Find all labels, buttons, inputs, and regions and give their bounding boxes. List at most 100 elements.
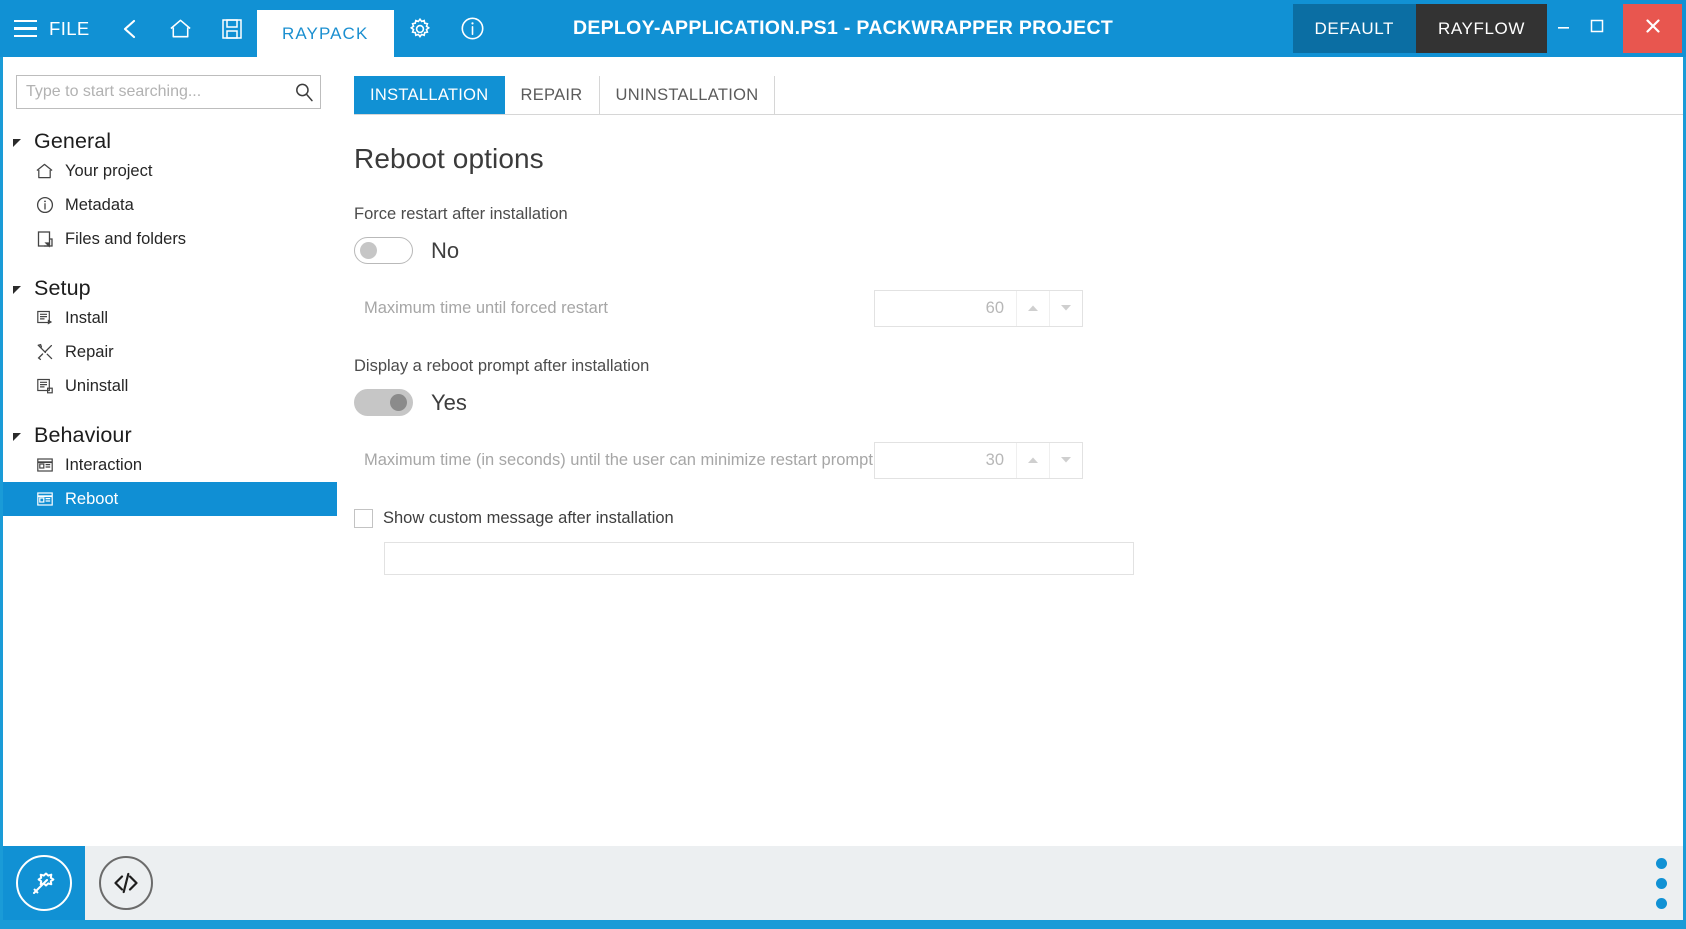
- reboot-options-panel: Reboot options Force restart after insta…: [338, 115, 1683, 575]
- window-bottom-border: [0, 920, 1686, 929]
- more-options-button[interactable]: [1656, 846, 1683, 920]
- more-vertical-icon-dot: [1656, 858, 1667, 869]
- chevron-left-icon: [120, 17, 140, 41]
- reboot-prompt-toggle[interactable]: [354, 389, 413, 416]
- wizard-button[interactable]: [3, 846, 85, 920]
- sidebar-item-reboot[interactable]: Reboot: [3, 482, 337, 516]
- max-time-minimize-stepper[interactable]: 30: [874, 442, 1083, 479]
- nav-group-title: Behaviour: [27, 423, 132, 448]
- max-time-forced-restart-stepper[interactable]: 60: [874, 290, 1083, 327]
- info-icon: [460, 16, 485, 41]
- max-time-minimize-row: Maximum time (in seconds) until the user…: [354, 442, 1354, 479]
- file-menu-button[interactable]: FILE: [45, 0, 106, 57]
- max-time-minimize-label: Maximum time (in seconds) until the user…: [354, 449, 874, 472]
- max-time-forced-restart-value[interactable]: 60: [875, 291, 1016, 326]
- info-button[interactable]: [446, 0, 499, 57]
- minimize-button[interactable]: [1547, 0, 1580, 57]
- sidebar-item-your-project[interactable]: Your project: [3, 154, 337, 188]
- save-button[interactable]: [207, 0, 257, 57]
- chevron-down-icon: [1059, 300, 1073, 318]
- force-restart-toggle[interactable]: [354, 237, 413, 264]
- max-time-forced-restart-row: Maximum time until forced restart 60: [354, 290, 1354, 327]
- sidebar-item-files-and-folders[interactable]: Files and folders: [3, 222, 337, 256]
- chevron-up-icon: [1026, 300, 1040, 318]
- caret-down-icon: [9, 430, 27, 442]
- uninstall-icon: [32, 377, 57, 395]
- sidebar-item-install[interactable]: Install: [3, 301, 337, 335]
- info-icon: [32, 196, 57, 214]
- sidebar-item-metadata[interactable]: Metadata: [3, 188, 337, 222]
- home-icon: [32, 162, 57, 180]
- back-button[interactable]: [106, 0, 154, 57]
- nav-group-title: Setup: [27, 276, 91, 301]
- chevron-up-icon: [1026, 452, 1040, 470]
- more-vertical-icon-dot: [1656, 898, 1667, 909]
- tab-repair[interactable]: REPAIR: [505, 76, 600, 114]
- force-restart-toggle-value: No: [431, 238, 459, 264]
- install-icon: [32, 309, 57, 327]
- sidebar-item-repair[interactable]: Repair: [3, 335, 337, 369]
- custom-message-row: Show custom message after installation: [354, 509, 1683, 528]
- max-time-forced-restart-label: Maximum time until forced restart: [354, 297, 874, 320]
- title-bar-left-toolbar: FILE RAYPACK: [0, 0, 499, 57]
- gear-icon: [408, 17, 432, 41]
- force-restart-row: No: [354, 237, 1683, 264]
- menu-button[interactable]: [0, 0, 45, 57]
- home-button[interactable]: [154, 0, 207, 57]
- toggle-knob: [390, 394, 407, 411]
- max-time-minimize-value[interactable]: 30: [875, 443, 1016, 478]
- profile-default-button[interactable]: DEFAULT: [1293, 4, 1416, 53]
- close-icon: [1643, 16, 1663, 41]
- sidebar-item-label: Metadata: [57, 196, 134, 215]
- chevron-down-icon: [1059, 452, 1073, 470]
- content-area: INSTALLATION REPAIR UNINSTALLATION Reboo…: [337, 57, 1683, 846]
- sidebar-item-label: Files and folders: [57, 230, 186, 249]
- sidebar-item-uninstall[interactable]: Uninstall: [3, 369, 337, 403]
- close-button[interactable]: [1623, 4, 1682, 53]
- tab-installation[interactable]: INSTALLATION: [354, 76, 505, 114]
- settings-button[interactable]: [394, 0, 446, 57]
- stepper-down-button[interactable]: [1049, 291, 1082, 326]
- nav-group-behaviour-header[interactable]: Behaviour: [3, 423, 337, 448]
- sidebar-item-label: Your project: [57, 162, 152, 181]
- search-box[interactable]: [16, 75, 321, 109]
- minimize-icon: [1556, 20, 1572, 38]
- code-view-button[interactable]: [85, 846, 153, 920]
- tab-uninstallation[interactable]: UNINSTALLATION: [600, 76, 776, 114]
- reboot-prompt-toggle-value: Yes: [431, 390, 467, 416]
- files-folders-icon: [32, 230, 57, 248]
- force-restart-label: Force restart after installation: [354, 205, 1683, 224]
- toggle-knob: [360, 242, 377, 259]
- nav-group-general-header[interactable]: General: [3, 129, 337, 154]
- save-disk-icon: [221, 18, 243, 40]
- show-custom-message-checkbox[interactable]: [354, 509, 373, 528]
- caret-down-icon: [9, 283, 27, 295]
- application-window: FILE RAYPACK: [0, 0, 1686, 929]
- status-bar: [3, 846, 1683, 920]
- tab-raypack[interactable]: RAYPACK: [257, 10, 394, 57]
- nav-group-behaviour: Behaviour Interaction Reboot: [3, 423, 337, 516]
- sidebar-item-label: Repair: [57, 343, 114, 362]
- show-custom-message-label: Show custom message after installation: [383, 509, 674, 528]
- reboot-prompt-label: Display a reboot prompt after installati…: [354, 357, 1683, 376]
- code-brackets-icon: [99, 856, 153, 910]
- custom-message-input[interactable]: [384, 542, 1134, 575]
- stepper-up-button[interactable]: [1016, 443, 1049, 478]
- sidebar-item-label: Interaction: [57, 456, 142, 475]
- main-body: General Your project Metadata: [3, 57, 1683, 846]
- nav-group-setup-header[interactable]: Setup: [3, 276, 337, 301]
- stepper-down-button[interactable]: [1049, 443, 1082, 478]
- home-icon: [168, 17, 193, 41]
- page-title: Reboot options: [354, 143, 1683, 175]
- sidebar-item-label: Reboot: [57, 490, 118, 509]
- caret-down-icon: [9, 136, 27, 148]
- search-input[interactable]: [17, 83, 288, 101]
- search-icon[interactable]: [288, 82, 320, 102]
- nav-group-general: General Your project Metadata: [3, 129, 337, 256]
- maximize-icon: [1589, 18, 1605, 39]
- sidebar-item-label: Uninstall: [57, 377, 128, 396]
- profile-rayflow-button[interactable]: RAYFLOW: [1416, 4, 1547, 53]
- sidebar-item-interaction[interactable]: Interaction: [3, 448, 337, 482]
- stepper-up-button[interactable]: [1016, 291, 1049, 326]
- maximize-button[interactable]: [1580, 0, 1613, 57]
